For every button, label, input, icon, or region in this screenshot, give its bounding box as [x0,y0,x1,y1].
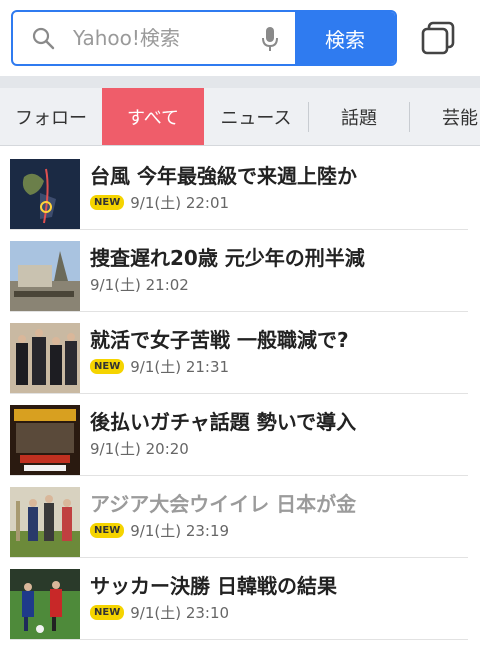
news-headline: 後払いガチャ話題 勢いで導入 [90,410,357,434]
search-box: 検索 [11,10,397,66]
tab-all[interactable]: すべて [102,88,204,145]
header-divider [0,76,480,88]
news-meta: 9/1(土) 21:02 [90,274,189,295]
news-timestamp: 9/1(土) 21:31 [130,358,230,376]
category-tabbar: フォロー すべて ニュース 話題 芸能 [0,88,480,146]
news-meta: NEW 9/1(土) 22:01 [90,192,229,213]
tab-entertainment[interactable]: 芸能 [410,88,480,145]
news-timestamp: 9/1(土) 23:10 [130,604,230,622]
news-meta: NEW 9/1(土) 23:19 [90,520,229,541]
search-button[interactable]: 検索 [295,12,395,64]
news-timestamp: 9/1(土) 21:02 [90,276,189,294]
news-meta: NEW 9/1(土) 21:31 [90,356,229,377]
new-badge: NEW [90,523,125,538]
news-item[interactable]: 就活で女子苦戦 一般職減で? NEW 9/1(土) 21:31 [10,312,468,394]
news-thumbnail [10,323,80,393]
microphone-icon[interactable] [259,25,281,53]
tab-follow[interactable]: フォロー [0,88,102,145]
search-input[interactable] [73,12,253,64]
tabs-icon[interactable] [420,20,456,56]
news-item[interactable]: 後払いガチャ話題 勢いで導入 9/1(土) 20:20 [10,394,468,476]
news-thumbnail [10,159,80,229]
news-item[interactable]: 台風 今年最強級で来週上陸か NEW 9/1(土) 22:01 [10,148,468,230]
tab-news[interactable]: ニュース [204,88,308,145]
news-headline: サッカー決勝 日韓戦の結果 [90,574,337,598]
news-thumbnail [10,241,80,311]
news-item[interactable]: アジア大会ウイイレ 日本が金 NEW 9/1(土) 23:19 [10,476,468,558]
news-headline: 捜査遅れ20歳 元少年の刑半減 [90,246,365,270]
news-headline: アジア大会ウイイレ 日本が金 [90,492,357,516]
tab-topics[interactable]: 話題 [309,88,409,145]
news-headline: 台風 今年最強級で来週上陸か [90,164,357,188]
news-thumbnail [10,569,80,639]
news-headline: 就活で女子苦戦 一般職減で? [90,328,349,352]
new-badge: NEW [90,605,125,620]
news-meta: 9/1(土) 20:20 [90,438,189,459]
news-thumbnail [10,405,80,475]
news-meta: NEW 9/1(土) 23:10 [90,602,229,623]
news-timestamp: 9/1(土) 20:20 [90,440,189,458]
search-header: 検索 [0,0,480,76]
news-thumbnail [10,487,80,557]
new-badge: NEW [90,195,125,210]
news-timestamp: 9/1(土) 23:19 [130,522,230,540]
new-badge: NEW [90,359,125,374]
news-item[interactable]: サッカー決勝 日韓戦の結果 NEW 9/1(土) 23:10 [10,558,468,640]
search-icon [32,27,55,50]
news-timestamp: 9/1(土) 22:01 [130,194,230,212]
news-item[interactable]: 捜査遅れ20歳 元少年の刑半減 9/1(土) 21:02 [10,230,468,312]
